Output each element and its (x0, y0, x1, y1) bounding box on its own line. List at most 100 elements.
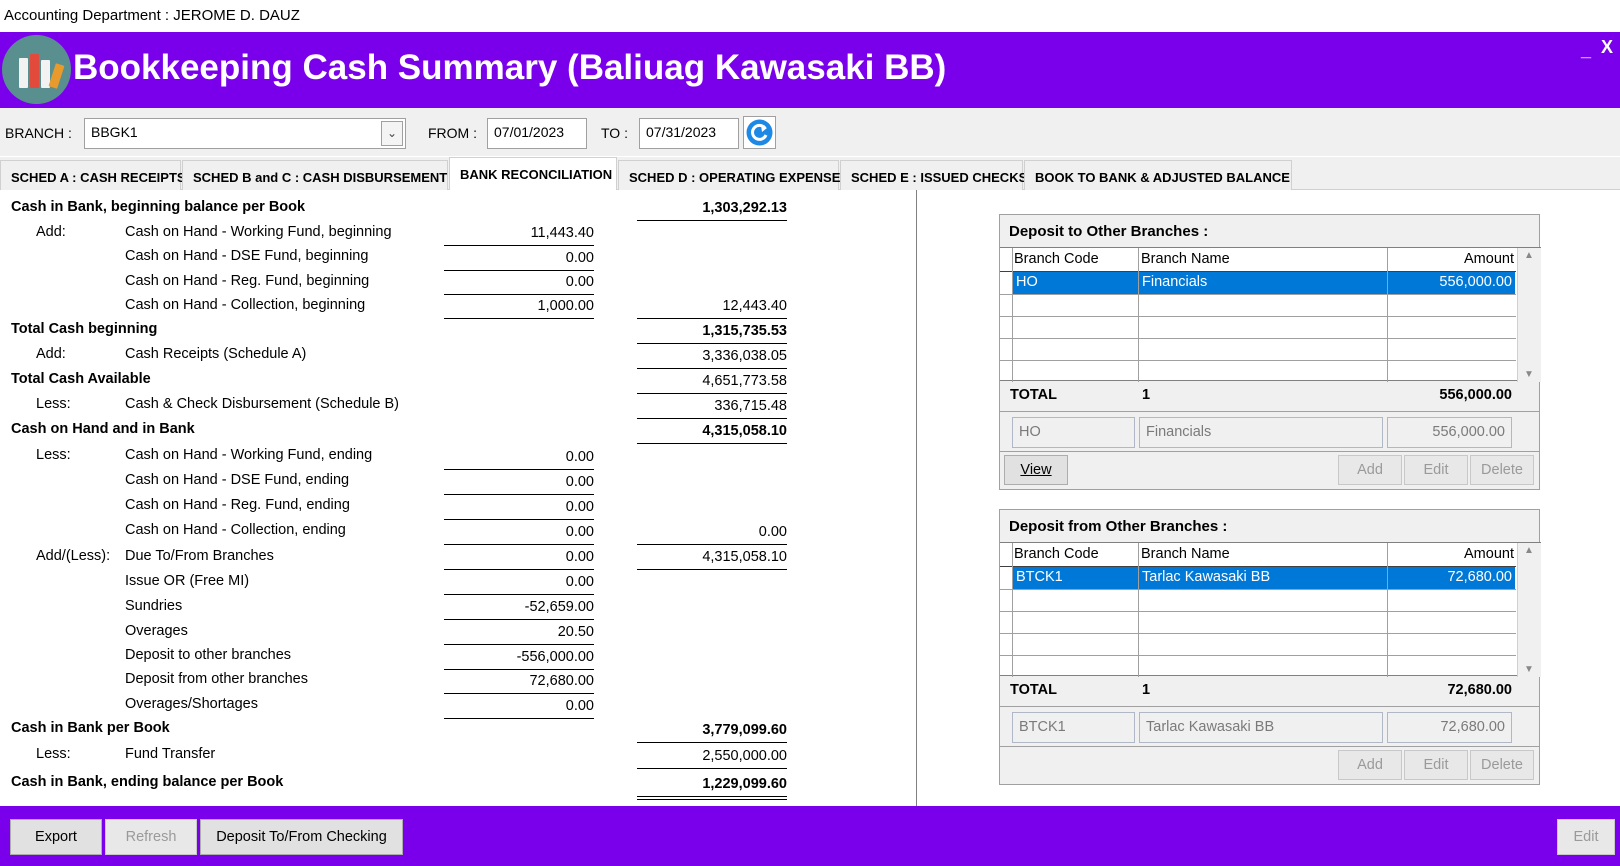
deposit-checking-button[interactable]: Deposit To/From Checking (200, 819, 403, 855)
wf-begin-label: Cash on Hand - Working Fund, beginning (125, 224, 392, 240)
receipts-value: 3,336,038.05 (702, 348, 787, 364)
edit-button[interactable]: Edit (1557, 819, 1615, 855)
close-button[interactable]: X (1601, 37, 1613, 58)
deposit-to-grid[interactable]: Branch Code Branch Name Amount HO Financ… (1000, 247, 1541, 382)
scroll-up-icon[interactable]: ▲ (1524, 545, 1534, 556)
row-amount[interactable]: 72,680.00 (1380, 569, 1512, 585)
underline (637, 318, 787, 319)
tab-sched-b-c[interactable]: SCHED B and C : CASH DISBURSEMENT (182, 160, 448, 190)
row-branch-code[interactable]: HO (1016, 274, 1038, 290)
col-amount[interactable]: Amount (1452, 248, 1514, 271)
col-divider (1387, 543, 1388, 677)
reg-end-label: Cash on Hand - Reg. Fund, ending (125, 497, 350, 513)
coh-bank-value: 4,315,058.10 (702, 423, 787, 439)
col-end-value: 0.00 (565, 524, 594, 540)
underline (637, 368, 787, 369)
from-date-input[interactable]: 07/01/2023 (487, 118, 587, 149)
scroll-down-icon[interactable]: ▼ (1524, 664, 1534, 675)
cib-book-label: Cash in Bank per Book (11, 720, 170, 736)
divider (1000, 451, 1539, 452)
books-logo-icon (2, 35, 71, 104)
row-branch-code[interactable]: BTCK1 (1016, 569, 1063, 585)
edit-branch-code[interactable]: BTCK1 (1012, 712, 1135, 743)
edit-branch-name[interactable]: Financials (1139, 417, 1383, 448)
sundries-value: -52,659.00 (524, 599, 594, 615)
less-label: Less: (36, 746, 71, 762)
less-label: Less: (36, 396, 71, 412)
tab-sched-a[interactable]: SCHED A : CASH RECEIPTS (0, 160, 186, 190)
edit-amount[interactable]: 72,680.00 (1387, 712, 1512, 743)
branch-select[interactable]: BBGK1 ⌄ (84, 118, 406, 149)
col-amount[interactable]: Amount (1452, 543, 1514, 566)
col-divider (1138, 248, 1139, 382)
deposit-from-title: Deposit from Other Branches : (1009, 518, 1228, 535)
cib-book-value: 3,779,099.60 (702, 722, 787, 738)
refresh-button[interactable]: Refresh (105, 819, 197, 855)
reg-begin-label: Cash on Hand - Reg. Fund, beginning (125, 273, 370, 289)
addless-label: Add/(Less): (36, 548, 111, 564)
row-amount[interactable]: 556,000.00 (1380, 274, 1512, 290)
underline (637, 768, 787, 769)
export-button[interactable]: Export (10, 819, 102, 855)
row-branch-name[interactable]: Tarlac Kawasaki BB (1142, 569, 1270, 585)
due-value: 0.00 (565, 549, 594, 565)
deposit-from-panel: Deposit from Other Branches : Branch Cod… (999, 509, 1541, 785)
underline (444, 494, 594, 495)
total-avail-value: 4,651,773.58 (702, 373, 787, 389)
tab-bank-reconciliation[interactable]: BANK RECONCILIATION (449, 157, 617, 191)
row-divider (1000, 611, 1516, 612)
underline (444, 644, 594, 645)
to-label: TO : (601, 125, 628, 141)
reg-end-value: 0.00 (565, 499, 594, 515)
edit-button[interactable]: Edit (1404, 455, 1468, 485)
underline (444, 544, 594, 545)
delete-button[interactable]: Delete (1470, 455, 1534, 485)
coh-end-total: 0.00 (758, 524, 787, 540)
divider (1000, 411, 1539, 412)
refresh-icon[interactable] (743, 116, 776, 149)
dse-begin-label: Cash on Hand - DSE Fund, beginning (125, 248, 369, 264)
col-branch-name[interactable]: Branch Name (1141, 248, 1230, 271)
grid-scrollbar[interactable]: ▲ ▼ (1517, 543, 1541, 677)
disb-value: 336,715.48 (714, 398, 787, 414)
total-count: 1 (1142, 682, 1151, 698)
tab-sched-e[interactable]: SCHED E : ISSUED CHECKS (840, 160, 1027, 190)
sundries-label: Sundries (125, 598, 183, 614)
scroll-down-icon[interactable]: ▼ (1524, 369, 1534, 380)
deposit-from-grid[interactable]: Branch Code Branch Name Amount BTCK1 Tar… (1000, 542, 1541, 677)
col-branch-name[interactable]: Branch Name (1141, 543, 1230, 566)
to-date-input[interactable]: 07/31/2023 (639, 118, 739, 149)
less-label: Less: (36, 447, 71, 463)
col-begin-value: 1,000.00 (537, 298, 594, 314)
delete-button[interactable]: Delete (1470, 750, 1534, 780)
view-button[interactable]: View (1004, 455, 1068, 485)
reg-begin-value: 0.00 (565, 274, 594, 290)
scroll-up-icon[interactable]: ▲ (1524, 250, 1534, 261)
edit-button[interactable]: Edit (1404, 750, 1468, 780)
add-button[interactable]: Add (1338, 750, 1402, 780)
minimize-button[interactable]: _ (1581, 40, 1591, 61)
row-branch-name[interactable]: Financials (1142, 274, 1207, 290)
row-divider (1000, 338, 1516, 339)
edit-branch-name[interactable]: Tarlac Kawasaki BB (1139, 712, 1383, 743)
dep-to-value: -556,000.00 (516, 649, 594, 665)
end-value: 1,229,099.60 (702, 776, 787, 792)
tab-sched-d[interactable]: SCHED D : OPERATING EXPENSE (618, 160, 840, 190)
double-underline (637, 799, 787, 800)
app-header: Bookkeeping Cash Summary (Baliuag Kawasa… (0, 32, 1620, 108)
col-branch-code[interactable]: Branch Code (1014, 543, 1099, 566)
total-amount: 72,680.00 (1447, 682, 1512, 698)
issue-or-value: 0.00 (565, 574, 594, 590)
receipts-label: Cash Receipts (Schedule A) (125, 346, 307, 362)
underline (444, 294, 594, 295)
col-branch-code[interactable]: Branch Code (1014, 248, 1099, 271)
tab-book-to-bank[interactable]: BOOK TO BANK & ADJUSTED BALANCE (1024, 160, 1292, 190)
due-label: Due To/From Branches (125, 548, 274, 564)
edit-branch-code[interactable]: HO (1012, 417, 1135, 448)
grid-scrollbar[interactable]: ▲ ▼ (1517, 248, 1541, 382)
add-button[interactable]: Add (1338, 455, 1402, 485)
chevron-down-icon[interactable]: ⌄ (381, 121, 403, 146)
edit-amount[interactable]: 556,000.00 (1387, 417, 1512, 448)
divider (1000, 706, 1539, 707)
total-count: 1 (1142, 387, 1151, 403)
